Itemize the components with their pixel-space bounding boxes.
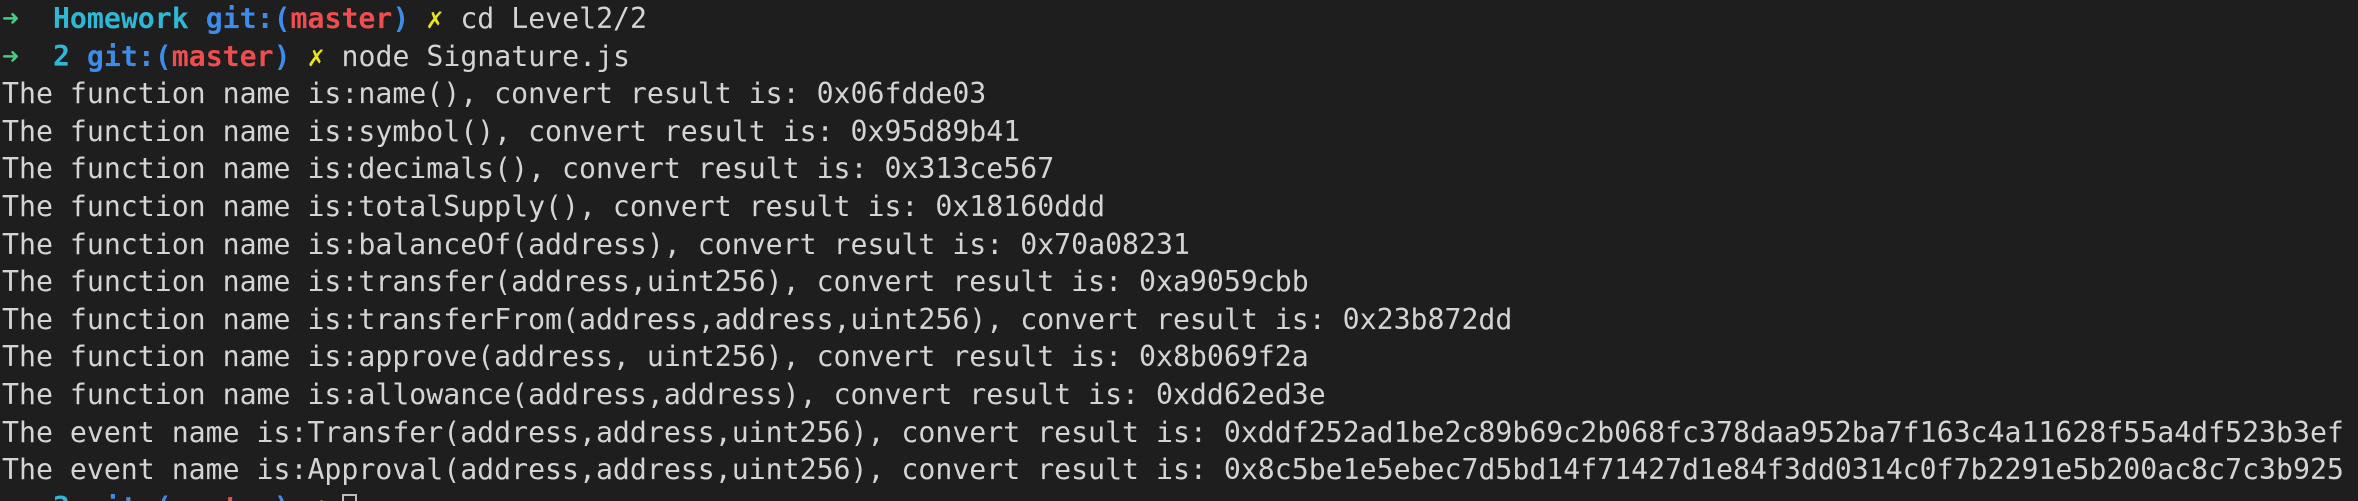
output-line: The function name is:totalSupply(), conv… [2, 189, 1106, 223]
text-cursor [341, 493, 357, 501]
git-dirty-icon: ✗ [308, 491, 325, 501]
git-label-close: ) [274, 491, 291, 501]
prompt-arrow-icon: ➜ [2, 39, 19, 73]
git-label: git:( [86, 39, 172, 73]
next-prompt-line: ➜ 2 git:(master) ✗ [2, 489, 2358, 501]
git-branch: master [171, 39, 274, 73]
output-line: The function name is:approve(address, ui… [2, 340, 1309, 374]
output-line: The function name is:balanceOf(address),… [2, 227, 1190, 261]
prompt-directory: Homework [52, 2, 189, 35]
terminal[interactable]: ➜ Homework git:(master) ✗ cd Level2/2 ➜ … [0, 0, 2358, 501]
git-label-close: ) [273, 39, 291, 73]
git-dirty-icon: ✗ [426, 2, 444, 35]
prompt-directory: 2 [52, 39, 70, 73]
output-line: The function name is:transferFrom(addres… [2, 302, 1513, 336]
git-branch: master [172, 491, 274, 501]
output-line: The function name is:symbol(), convert r… [2, 114, 1021, 148]
output-line: The event name is:Approval(address,addre… [2, 453, 2344, 487]
git-label-close: ) [392, 2, 410, 35]
prompt-arrow-icon: ➜ [2, 491, 19, 501]
prompt-directory: 2 [53, 491, 70, 501]
output-line: The event name is:Transfer(address,addre… [2, 415, 2344, 449]
output-line: The function name is:name(), convert res… [2, 77, 987, 111]
git-label: git:( [205, 2, 291, 35]
output-line: The function name is:allowance(address,a… [2, 377, 1326, 411]
command-text: node Signature.js [341, 39, 631, 73]
command-text: cd Level2/2 [460, 2, 647, 35]
output-line: The function name is:transfer(address,ui… [2, 265, 1309, 299]
output-line: The function name is:decimals(), convert… [2, 152, 1055, 186]
git-dirty-icon: ✗ [307, 39, 325, 73]
git-branch: master [290, 2, 393, 35]
git-label: git:( [87, 491, 172, 501]
prompt-line: ➜ 2 git:(master) ✗ node Signature.js [2, 38, 2358, 76]
prompt-arrow-icon: ➜ [2, 2, 19, 35]
prompt-line: ➜ Homework git:(master) ✗ cd Level2/2 [2, 0, 2358, 38]
